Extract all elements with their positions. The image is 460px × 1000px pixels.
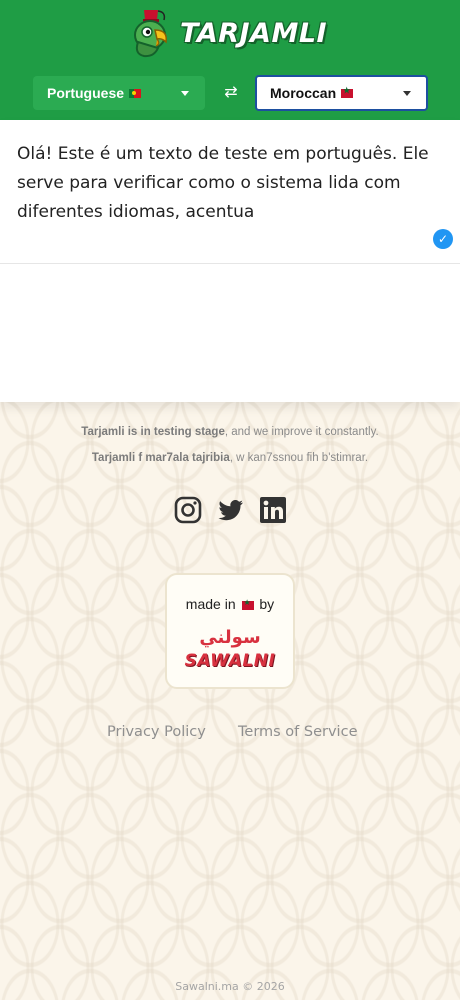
linkedin-icon[interactable]	[259, 496, 287, 524]
terms-of-service-link[interactable]: Terms of Service	[238, 724, 357, 740]
sawalni-logo-arabic: سولني	[199, 627, 261, 648]
morocco-flag-icon	[341, 86, 354, 98]
testing-notice-en-bold: Tarjamli is in testing stage	[81, 426, 225, 438]
panel-divider	[0, 263, 460, 264]
parrot-mascot-icon	[134, 10, 168, 58]
copyright-text: Sawalni.ma © 2026	[175, 980, 285, 993]
instagram-icon[interactable]	[174, 496, 202, 524]
source-text-input[interactable]: Olá! Este é um texto de teste em portugu…	[17, 140, 447, 227]
made-in-text: made in by	[167, 596, 293, 612]
privacy-policy-link[interactable]: Privacy Policy	[107, 724, 206, 740]
portugal-flag-icon	[129, 88, 142, 98]
translation-output	[17, 280, 447, 380]
made-in-prefix: made in	[185, 596, 236, 612]
morocco-flag-icon	[241, 598, 254, 610]
source-language-label: Portuguese	[47, 85, 125, 101]
made-in-morocco-card[interactable]: made in by سولني SAWALNI	[165, 573, 295, 689]
source-language-select[interactable]: Portuguese	[33, 76, 205, 110]
app-logo[interactable]: TARJAMLI	[128, 8, 327, 58]
language-selector-row: Portuguese ⇄ Moroccan	[0, 75, 460, 111]
check-icon: ✓	[433, 229, 453, 249]
made-in-suffix: by	[259, 596, 275, 612]
app-header: TARJAMLI Portuguese ⇄ Moroccan	[0, 0, 460, 120]
sawalni-logo-latin: SAWALNI	[184, 651, 276, 671]
target-language-label: Moroccan	[270, 85, 337, 101]
app-name: TARJAMLI	[180, 17, 328, 49]
twitter-icon[interactable]	[217, 496, 245, 524]
testing-notice-en-rest: , and we improve it constantly.	[224, 426, 379, 438]
chevron-down-icon	[181, 91, 189, 96]
testing-notice-en: Tarjamli is in testing stage, and we imp…	[0, 426, 460, 438]
testing-notice-darija-bold: Tarjamli f mar7ala tajribia	[91, 452, 230, 464]
target-language-select[interactable]: Moroccan	[255, 75, 428, 111]
testing-notice-darija-rest: , w kan7ssnou fih b'stimrar.	[229, 452, 369, 464]
testing-notice-darija: Tarjamli f mar7ala tajribia, w kan7ssnou…	[0, 452, 460, 464]
swap-arrows-icon[interactable]: ⇄	[221, 81, 241, 103]
chevron-down-icon	[403, 91, 411, 96]
translation-panel: Olá! Este é um texto de teste em portugu…	[0, 120, 460, 402]
